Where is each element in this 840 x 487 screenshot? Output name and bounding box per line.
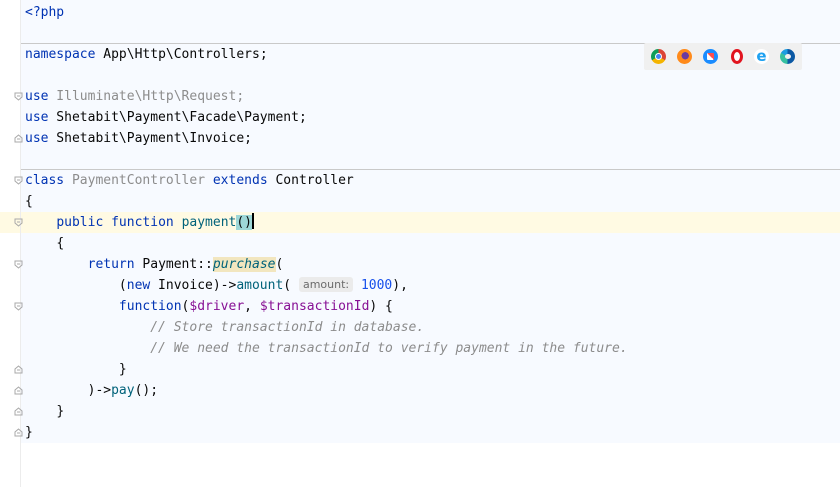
fold-marker-icon[interactable] bbox=[14, 302, 23, 311]
code-line-comment-1: // Store transactionId in database. bbox=[150, 320, 425, 335]
edge-icon[interactable] bbox=[780, 49, 795, 64]
fold-marker-icon[interactable] bbox=[14, 92, 23, 101]
code-line-comment-2: // We need the transactionId to verify p… bbox=[150, 341, 628, 356]
fold-marker-icon[interactable] bbox=[14, 365, 23, 374]
code-line-use-request: use Illuminate\Http\Request; bbox=[25, 89, 245, 104]
code-line-method-open: { bbox=[56, 236, 65, 251]
browser-preview-toolbar: e bbox=[644, 43, 802, 70]
code-line-method-close: } bbox=[56, 404, 65, 419]
fold-marker-icon[interactable] bbox=[14, 218, 23, 227]
code-line-closure: function($driver, $transactionId) { bbox=[118, 299, 393, 314]
text-caret bbox=[252, 213, 255, 229]
safari-icon[interactable] bbox=[703, 49, 718, 64]
code-line-use-invoice: use Shetabit\Payment\Invoice; bbox=[25, 131, 252, 146]
code-line-new-invoice: (new Invoice)->amount( amount: 1000), bbox=[118, 277, 408, 293]
code-line-class-close: } bbox=[25, 425, 33, 440]
chrome-icon[interactable] bbox=[651, 49, 666, 64]
code-line-use-payment: use Shetabit\Payment\Facade\Payment; bbox=[25, 110, 307, 125]
opera-icon[interactable] bbox=[731, 49, 743, 64]
code-line-class: class PaymentController extends Controll… bbox=[25, 173, 354, 188]
fold-marker-icon[interactable] bbox=[14, 176, 23, 185]
code-line-closure-close: } bbox=[118, 362, 127, 377]
code-line-1: <?php bbox=[25, 5, 65, 20]
ie-icon[interactable]: e bbox=[754, 49, 769, 64]
fold-marker-icon[interactable] bbox=[14, 260, 23, 269]
code-line-return: return Payment::purchase( bbox=[87, 257, 284, 272]
fold-marker-icon[interactable] bbox=[14, 407, 23, 416]
code-line-pay: )->pay(); bbox=[87, 383, 159, 398]
fold-marker-icon[interactable] bbox=[14, 386, 23, 395]
fold-marker-icon[interactable] bbox=[14, 428, 23, 437]
code-line-namespace: namespace App\Http\Controllers; bbox=[25, 47, 268, 62]
code-line-method-signature: public function payment() bbox=[56, 213, 255, 230]
firefox-icon[interactable] bbox=[677, 49, 692, 64]
parameter-hint: amount: bbox=[298, 277, 354, 292]
fold-marker-icon[interactable] bbox=[14, 134, 23, 143]
code-line-class-open: { bbox=[25, 194, 33, 209]
